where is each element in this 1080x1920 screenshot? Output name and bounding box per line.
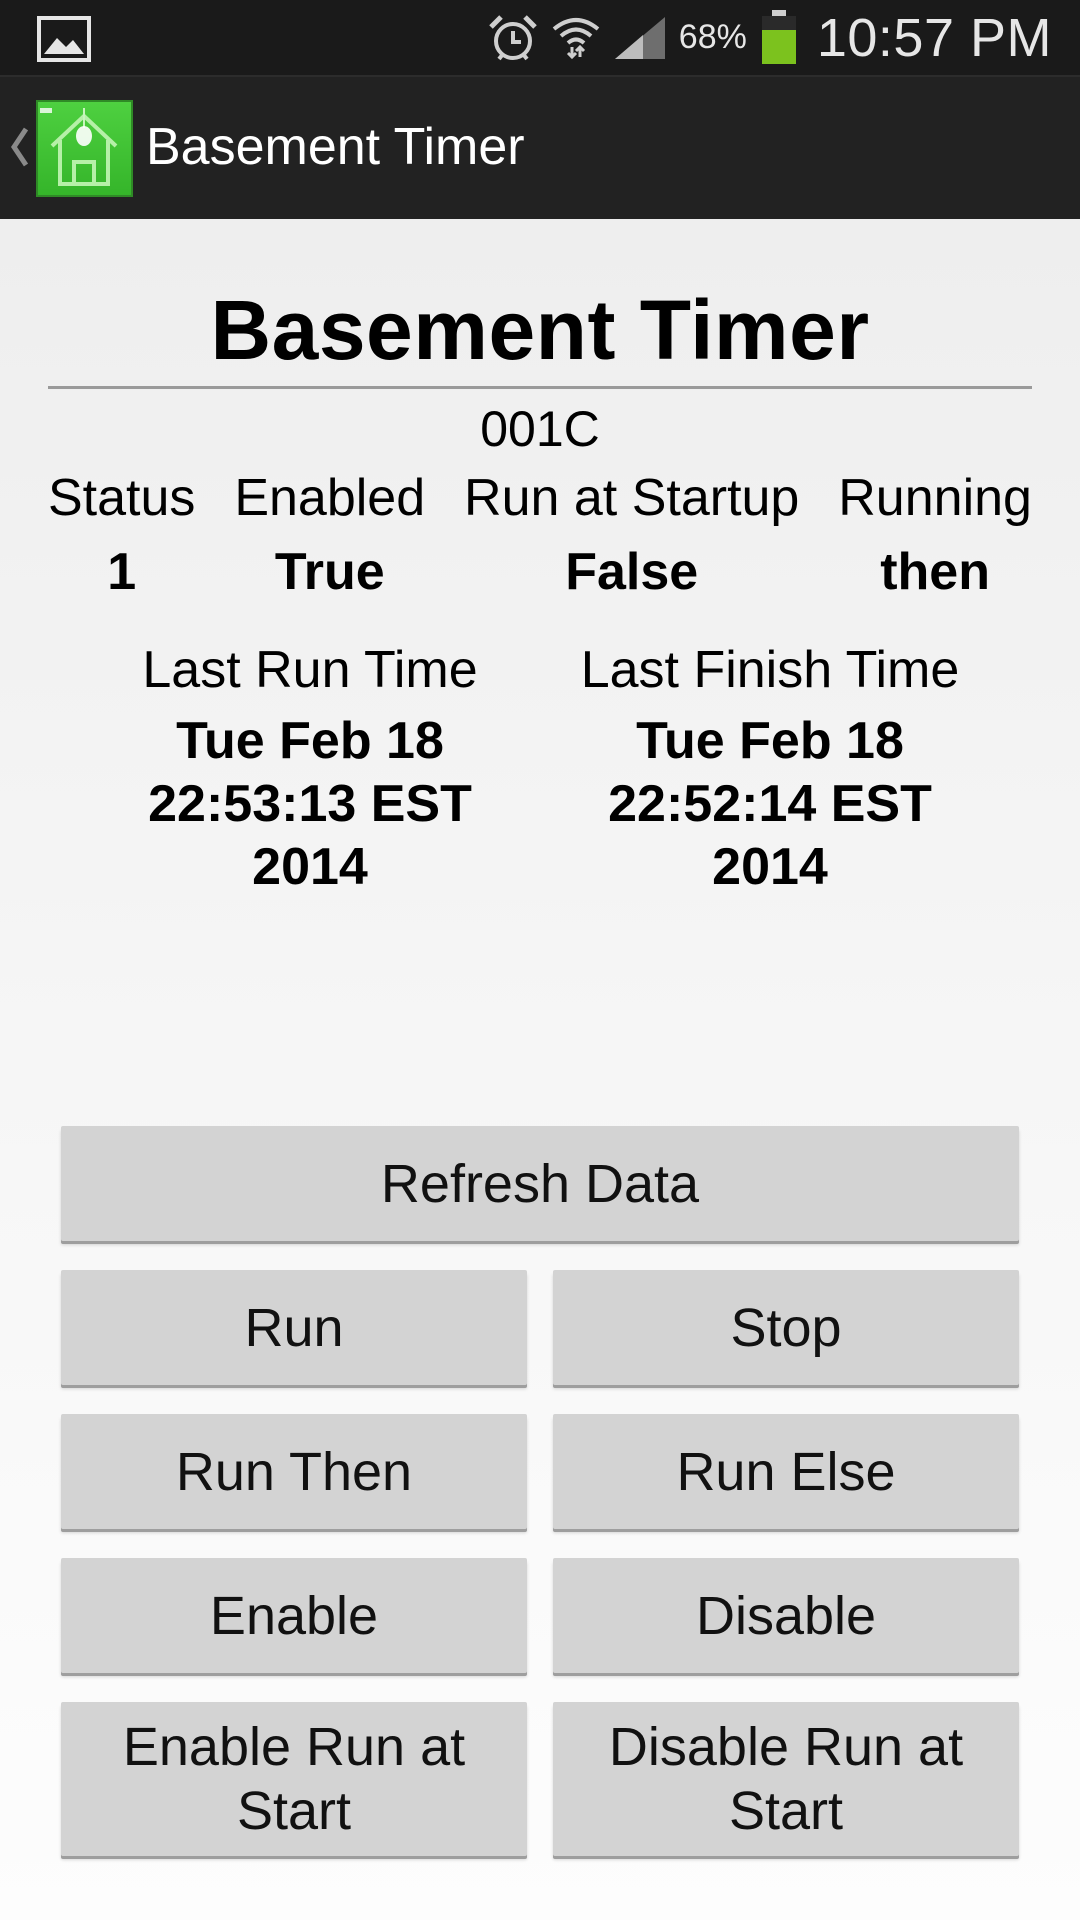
- run-else-button[interactable]: Run Else: [553, 1414, 1019, 1529]
- stat-value: True: [274, 543, 385, 601]
- stat-label: Running: [838, 469, 1032, 527]
- stat-status: Status 1: [48, 468, 195, 602]
- action-bar-title: Basement Timer: [146, 118, 525, 176]
- stat-value: False: [565, 543, 699, 601]
- status-bar: 68% 10:57 PM: [0, 0, 1080, 75]
- disable-run-at-start-button[interactable]: Disable Run at Start: [553, 1702, 1019, 1856]
- clock: 10:57 PM: [816, 7, 1052, 68]
- house-lightbulb-icon: [40, 108, 118, 186]
- enable-button[interactable]: Enable: [61, 1558, 527, 1673]
- last-finish-time: Last Finish Time Tue Feb 18 22:52:14 EST…: [560, 640, 980, 899]
- title-divider: [48, 386, 1032, 389]
- run-then-button[interactable]: Run Then: [61, 1414, 527, 1529]
- stat-label: Enabled: [234, 469, 426, 527]
- battery-icon: [761, 9, 796, 64]
- stat-label: Run at Startup: [464, 469, 800, 527]
- stop-button[interactable]: Stop: [553, 1270, 1019, 1385]
- last-run-value: Tue Feb 18 22:53:13 EST 2014: [148, 712, 472, 896]
- alarm-icon: [489, 14, 537, 60]
- battery-percent: 68%: [678, 18, 747, 56]
- button-label: Enable: [209, 1585, 379, 1646]
- button-label: Run: [244, 1297, 344, 1358]
- button-label: Disable Run at Start: [608, 1717, 964, 1841]
- run-button[interactable]: Run: [61, 1270, 527, 1385]
- refresh-data-button[interactable]: Refresh Data: [61, 1126, 1019, 1241]
- button-label: Enable Run at Start: [122, 1717, 466, 1841]
- device-id: 001C: [480, 401, 600, 457]
- disable-button[interactable]: Disable: [553, 1558, 1019, 1673]
- signal-icon: [614, 16, 665, 59]
- enable-run-at-start-button[interactable]: Enable Run at Start: [61, 1702, 527, 1856]
- back-chevron-icon[interactable]: [8, 125, 32, 169]
- action-bar: Basement Timer: [0, 75, 1080, 219]
- stat-label: Status: [48, 469, 196, 527]
- stat-enabled: Enabled True: [234, 468, 425, 602]
- page-title: Basement Timer: [210, 283, 870, 377]
- stat-run-at-startup: Run at Startup False: [464, 468, 799, 602]
- stat-value: 1: [107, 543, 137, 601]
- gallery-icon: [37, 16, 91, 62]
- button-label: Disable: [695, 1585, 877, 1646]
- last-finish-value: Tue Feb 18 22:52:14 EST 2014: [608, 712, 932, 896]
- button-label: Run Then: [175, 1441, 413, 1502]
- button-label: Stop: [730, 1297, 842, 1358]
- last-finish-label: Last Finish Time: [580, 641, 960, 699]
- stats-row: Status 1 Enabled True Run at Startup Fal…: [48, 468, 1032, 602]
- stat-value: then: [880, 543, 990, 601]
- wifi-icon: [552, 17, 600, 59]
- last-run-label: Last Run Time: [142, 641, 478, 699]
- app-logo-icon[interactable]: [36, 100, 133, 197]
- last-run-time: Last Run Time Tue Feb 18 22:53:13 EST 20…: [100, 640, 520, 899]
- button-label: Run Else: [676, 1441, 896, 1502]
- stat-running: Running then: [838, 468, 1032, 602]
- button-label: Refresh Data: [380, 1153, 700, 1214]
